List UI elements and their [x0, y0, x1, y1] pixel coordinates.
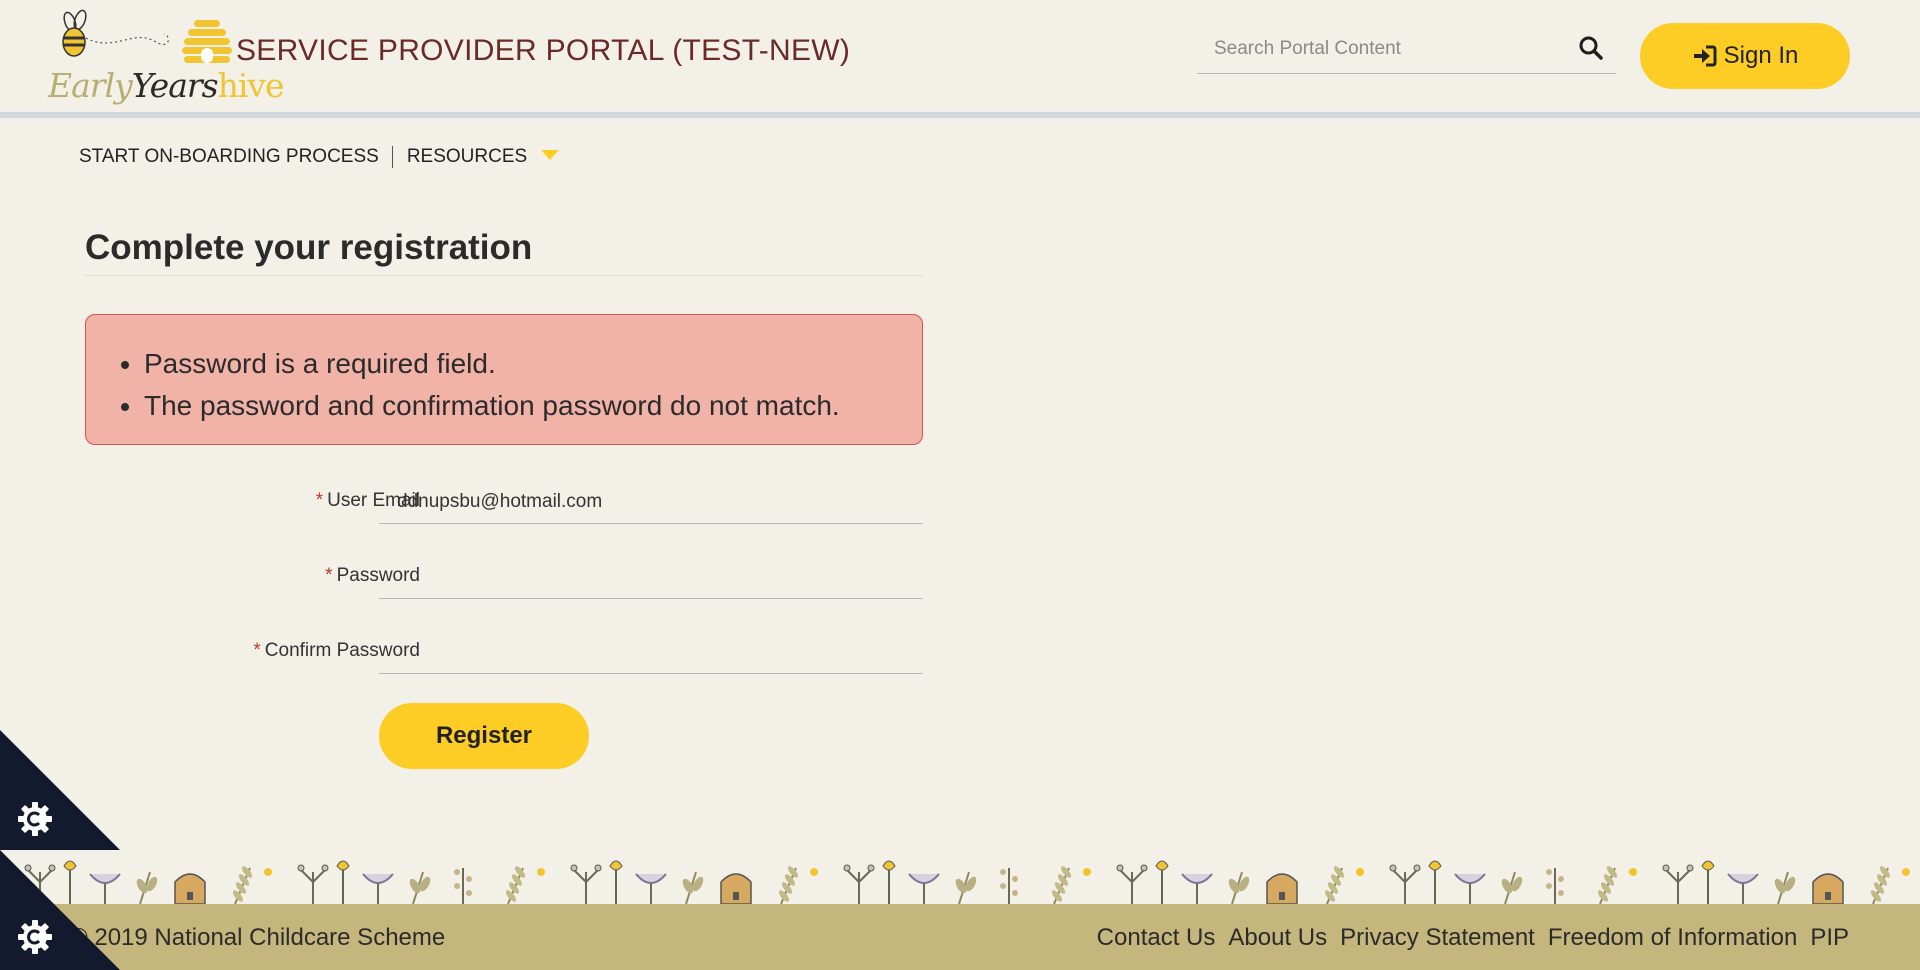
error-list: Password is a required field. The passwo…	[144, 343, 922, 427]
footer-link-pip[interactable]: PIP	[1810, 924, 1849, 952]
error-item: Password is a required field.	[144, 343, 922, 385]
cookie-settings-badge[interactable]	[0, 850, 120, 970]
portal-title: SERVICE PROVIDER PORTAL (TEST-NEW)	[236, 34, 851, 67]
logo-wordmark: EarlyYearshive	[48, 66, 285, 105]
search-icon	[1579, 36, 1603, 60]
email-row: * User Email	[85, 480, 925, 540]
email-field[interactable]	[379, 480, 923, 524]
footer-link-about-us[interactable]: About Us	[1228, 924, 1327, 952]
cookie-gear-icon	[18, 920, 52, 954]
site-header: EarlyYearshive SERVICE PROVIDER PORTAL (…	[0, 0, 1920, 112]
search-input[interactable]	[1197, 26, 1567, 72]
search-button[interactable]	[1576, 34, 1606, 64]
footer-links: Contact Us About Us Privacy Statement Fr…	[1097, 924, 1849, 952]
site-footer: © 2019 National Childcare Scheme Contact…	[0, 904, 1920, 970]
password-field[interactable]	[379, 555, 923, 599]
required-marker: *	[315, 490, 324, 511]
validation-error-summary: Password is a required field. The passwo…	[85, 314, 923, 445]
nav-start-onboarding[interactable]: START ON-BOARDING PROCESS	[79, 146, 379, 168]
footer-flower-border	[0, 822, 1920, 904]
footer-link-privacy-statement[interactable]: Privacy Statement	[1340, 924, 1535, 952]
search-box	[1197, 26, 1616, 74]
password-row: * Password	[85, 555, 925, 615]
logo-word-years: Years	[131, 66, 219, 105]
error-item: The password and confirmation password d…	[144, 385, 922, 427]
logo-word-early: Early	[48, 66, 133, 105]
cookie-settings-badge[interactable]	[0, 730, 120, 850]
cookie-gear-icon	[18, 802, 52, 836]
register-button[interactable]: Register	[379, 703, 589, 769]
logo-word-hive: hive	[217, 66, 285, 105]
caret-down-icon[interactable]	[541, 150, 560, 160]
nav-separator	[391, 146, 393, 168]
required-marker: *	[325, 565, 333, 586]
early-years-hive-logo[interactable]: EarlyYearshive	[44, 8, 285, 105]
title-divider	[83, 275, 923, 276]
nav-resources[interactable]: RESOURCES	[407, 146, 527, 168]
required-marker: *	[253, 640, 261, 661]
flower-pattern-graphic	[24, 860, 1910, 904]
copyright-text: © 2019 National Childcare Scheme	[70, 924, 446, 951]
sign-in-button[interactable]: Sign In	[1640, 23, 1850, 89]
footer-link-contact-us[interactable]: Contact Us	[1097, 924, 1216, 952]
sign-in-label: Sign In	[1723, 42, 1799, 69]
main-nav: START ON-BOARDING PROCESS RESOURCES	[79, 144, 560, 170]
footer-link-freedom-of-information[interactable]: Freedom of Information	[1548, 924, 1797, 952]
sign-in-icon	[1693, 45, 1717, 67]
confirm-password-row: * Confirm Password	[85, 630, 925, 690]
page-title: Complete your registration	[85, 228, 533, 267]
confirm-password-field[interactable]	[379, 630, 923, 674]
header-divider	[0, 112, 1920, 118]
